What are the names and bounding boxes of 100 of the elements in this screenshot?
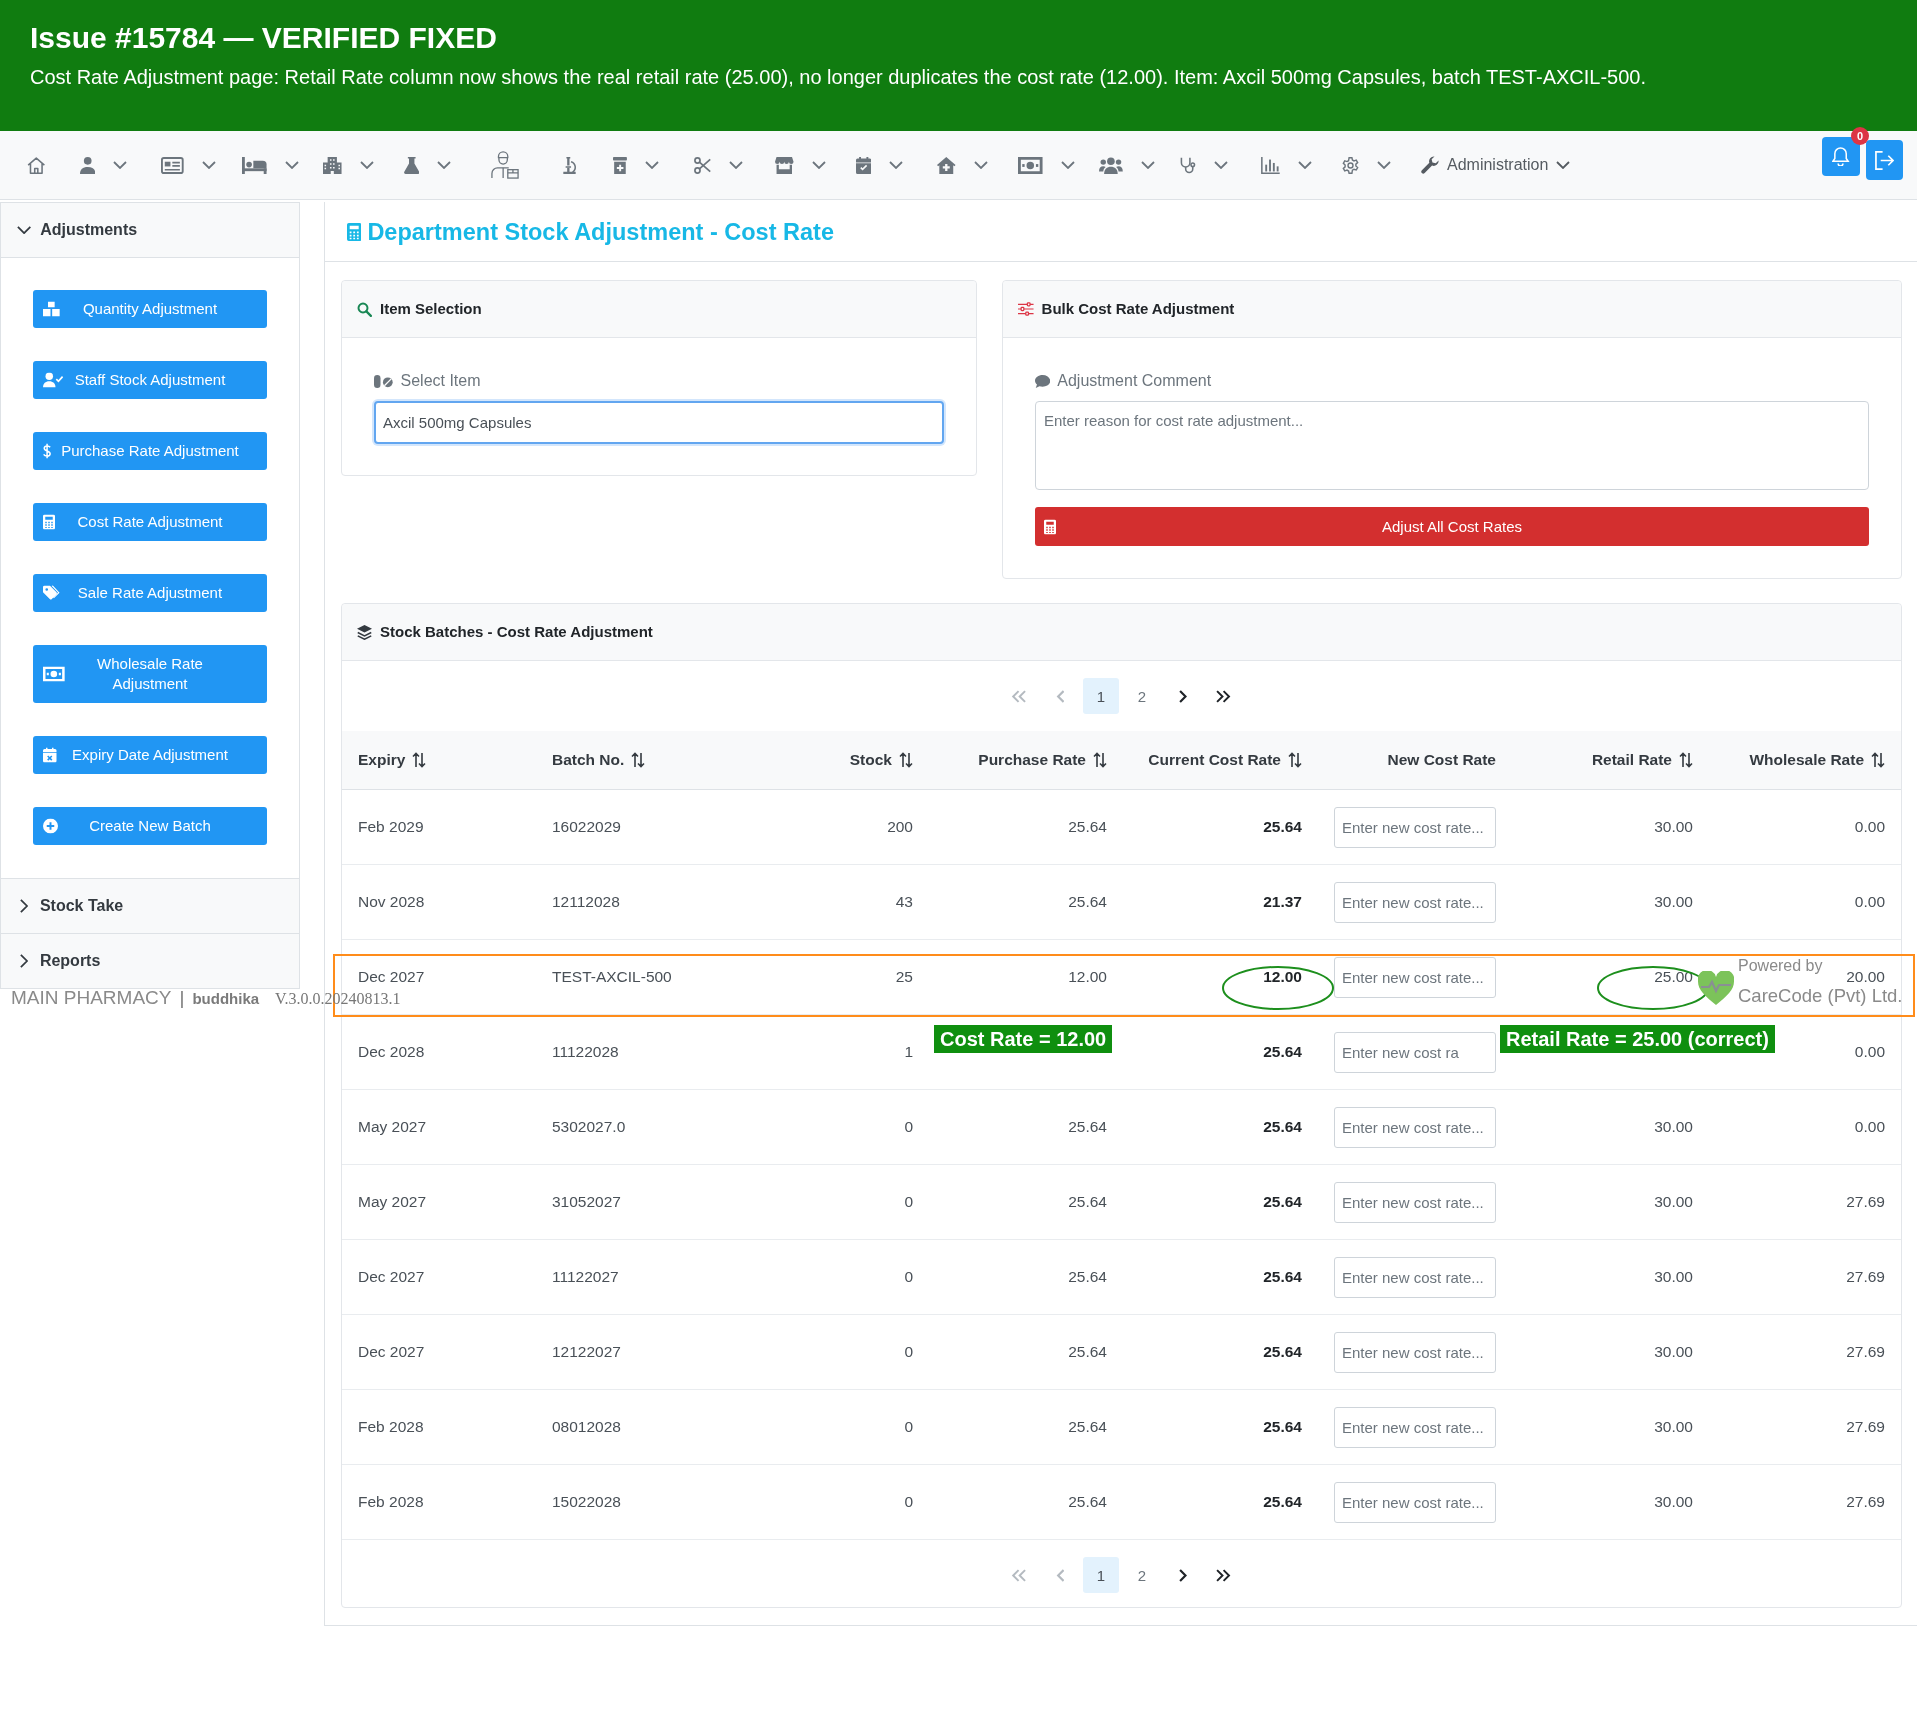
new-cost-field[interactable]: Enter new cost rate...: [1334, 806, 1496, 848]
comment-icon: [1035, 374, 1051, 388]
chevron-right-icon: [1178, 689, 1188, 703]
chevron-down-icon: [284, 161, 299, 169]
table-cell-text: 30.00: [1653, 1493, 1694, 1511]
banknote-icon: [43, 666, 65, 682]
sort-icon: [899, 752, 913, 768]
table-cell-text: 30.00: [1653, 1343, 1694, 1361]
double-chevron-left-icon: [1011, 689, 1027, 703]
page-title: Department Stock Adjustment - Cost Rate: [367, 217, 834, 247]
company-name: CareCode (Pvt) Ltd.: [1738, 984, 1903, 1008]
sort-icon: [1093, 752, 1107, 768]
table-cell-text: Dec 2028: [357, 1043, 426, 1061]
chevron-down-icon: [729, 161, 743, 169]
table-cell-text: 11122028: [551, 1043, 620, 1061]
table-cell-text: 0: [903, 1493, 914, 1511]
new-cost-field[interactable]: Enter new cost rate...: [1334, 1481, 1496, 1523]
double-chevron-right-icon: [1216, 1568, 1232, 1582]
new-cost-field[interactable]: Enter new cost rate...: [1334, 881, 1496, 923]
new-cost-field[interactable]: Enter new cost rate...: [1334, 956, 1496, 998]
field-label: Select Item: [400, 372, 481, 390]
table-cell-text: 30.00: [1653, 818, 1694, 836]
chevron-down-icon: [973, 161, 988, 169]
table-cell-text: 0.00: [1853, 818, 1886, 836]
new-cost-field[interactable]: Enter new cost rate...: [1334, 1256, 1496, 1298]
column-header[interactable]: Batch No.: [552, 751, 646, 769]
chevron-down-icon: [644, 161, 659, 169]
item-search-field[interactable]: Axcil 500mg Capsules: [374, 401, 944, 444]
heart-logo-icon: [1698, 971, 1734, 1005]
table-cell-text: May 2027: [357, 1118, 428, 1136]
column-header[interactable]: Retail Rate: [1591, 751, 1693, 769]
page-button[interactable]: 2: [1124, 1557, 1160, 1593]
table-cell-text: 11122027: [551, 1268, 620, 1286]
column-header[interactable]: Current Cost Rate: [1148, 751, 1302, 769]
chevron-down-icon: [17, 226, 32, 234]
table-cell-text: 08012028: [551, 1418, 622, 1436]
table-cell-text: 0: [903, 1118, 914, 1136]
boxes-icon: [43, 301, 60, 317]
field-label: Adjustment Comment: [1057, 372, 1212, 390]
people-icon: [1099, 156, 1123, 174]
column-header[interactable]: Stock: [849, 751, 913, 769]
comment-field[interactable]: Enter reason for cost rate adjustment...: [1035, 401, 1869, 490]
sort-icon: [1871, 752, 1885, 768]
chevron-down-icon: [1297, 161, 1312, 169]
column-header[interactable]: Wholesale Rate: [1749, 751, 1885, 769]
table-cell-text: 30.00: [1653, 1193, 1694, 1211]
table-cell-text: 21.37: [1262, 893, 1303, 911]
column-header[interactable]: Expiry: [358, 751, 427, 769]
page-button[interactable]: 1: [1083, 1557, 1119, 1593]
table-cell-text: 1: [903, 1043, 914, 1061]
banknote-icon: [1018, 156, 1043, 174]
table-cell-text: Nov 2028: [357, 893, 426, 911]
new-cost-field[interactable]: Enter new cost rate...: [1334, 1181, 1496, 1223]
store-icon: [775, 156, 794, 174]
administration-menu[interactable]: Administration: [1411, 143, 1581, 187]
table-cell-text: 25.64: [1262, 1268, 1303, 1286]
table-cell-text: 0.00: [1853, 1118, 1886, 1136]
page-button[interactable]: 2: [1124, 678, 1160, 714]
table-cell-text: 20.00: [1845, 968, 1886, 986]
table-cell-text: 0: [903, 1193, 914, 1211]
table-cell-text: 25.64: [1262, 1118, 1303, 1136]
table-cell-text: 25.64: [1262, 1193, 1303, 1211]
new-cost-field[interactable]: Enter new cost rate...: [1334, 1406, 1496, 1448]
table-cell-text: 12.00: [1262, 968, 1303, 986]
table-cell-text: Feb 2028: [357, 1418, 425, 1436]
section-toggle[interactable]: Adjustments: [1, 203, 299, 257]
banner-title: Issue #15784 — VERIFIED FIXED: [30, 20, 498, 56]
adjust-all-button[interactable]: Adjust All Cost Rates: [1035, 507, 1869, 546]
settings-icon: [1342, 156, 1359, 174]
page-button[interactable]: 1: [1083, 678, 1119, 714]
table-cell-text: 15022028: [551, 1493, 622, 1511]
new-cost-field[interactable]: Enter new cost rate...: [1334, 1331, 1496, 1373]
table-cell-text: 25: [894, 968, 914, 986]
chevron-down-icon: [1060, 161, 1075, 169]
new-cost-field[interactable]: Enter new cost rate...: [1334, 1106, 1496, 1148]
annotation-label: Cost Rate = 12.00: [934, 1025, 1113, 1053]
table-cell-text: TEST-AXCIL-500: [551, 968, 673, 986]
double-chevron-left-icon: [1011, 1568, 1027, 1582]
table-cell-text: May 2027: [357, 1193, 428, 1211]
column-header[interactable]: Purchase Rate: [978, 751, 1107, 769]
table-cell-text: 25.64: [1262, 1043, 1303, 1061]
new-cost-field[interactable]: Enter new cost ra: [1334, 1031, 1496, 1073]
calculator-icon: [43, 514, 55, 530]
scissors-icon: [694, 156, 711, 174]
table-cell-text: 12.00: [1067, 968, 1108, 986]
section-toggle[interactable]: Stock Take: [1, 879, 299, 933]
logout-button[interactable]: [1866, 140, 1903, 180]
home-icon: [26, 156, 46, 174]
table-cell-text: Feb 2029: [357, 818, 425, 836]
sort-icon: [412, 752, 427, 768]
double-chevron-right-icon: [1216, 689, 1232, 703]
annotation-label: Retail Rate = 25.00 (correct): [1500, 1025, 1775, 1053]
bar-chart-icon: [1261, 156, 1280, 174]
table-cell-text: 0: [903, 1268, 914, 1286]
table-cell-text: 30.00: [1653, 1418, 1694, 1436]
table-cell-text: 25.64: [1067, 1493, 1108, 1511]
table-cell-text: 200: [886, 818, 914, 836]
panel-title: Bulk Cost Rate Adjustment: [1041, 299, 1235, 319]
table-cell-text: 25.64: [1067, 1268, 1108, 1286]
section-toggle[interactable]: Reports: [1, 934, 299, 988]
